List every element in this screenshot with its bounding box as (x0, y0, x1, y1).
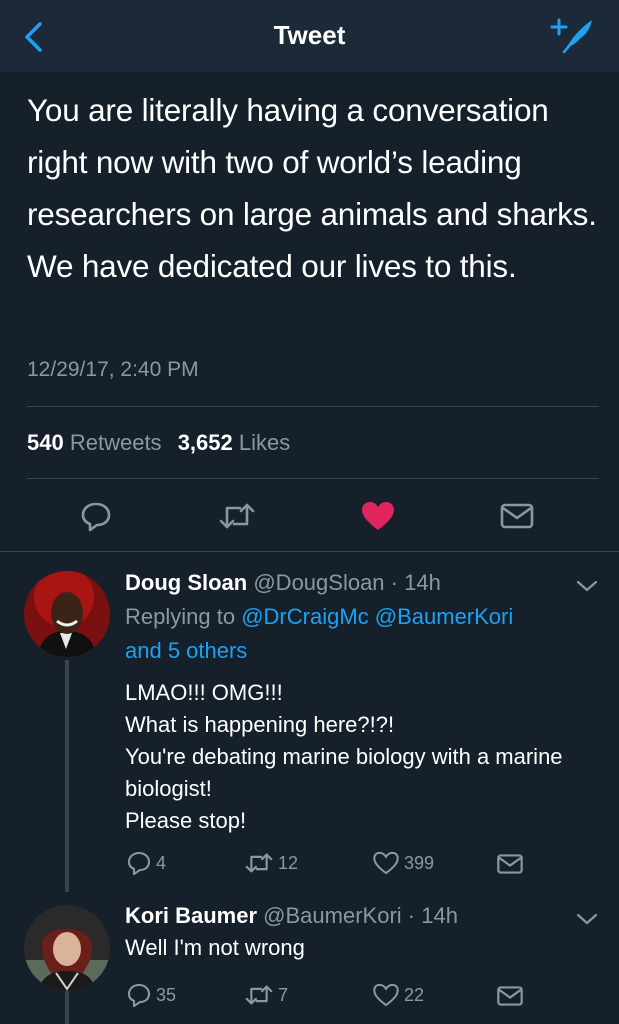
user-photo-icon (24, 571, 110, 657)
thread-line (65, 660, 69, 892)
reply-author-handle[interactable]: @BaumerKori (263, 903, 402, 928)
reply-author-name[interactable]: Kori Baumer (125, 903, 257, 928)
heart-icon (373, 983, 399, 1007)
replying-to: Replying to @DrCraigMc @BaumerKori and 5… (125, 600, 595, 668)
others-link[interactable]: and 5 others (125, 638, 247, 663)
tweet-text: You are literally having a conversation … (27, 92, 597, 284)
mention-links[interactable]: @DrCraigMc @BaumerKori (241, 604, 513, 629)
reply-text: LMAO!!! OMG!!! What is happening here?!?… (125, 680, 563, 833)
reply-count: 4 (156, 852, 167, 873)
reply-action-like[interactable]: 399 (372, 850, 434, 876)
chevron-down-icon (576, 580, 598, 592)
like-count: 399 (404, 852, 435, 873)
reply-action-reply[interactable]: 35 (126, 982, 176, 1008)
reply-count: 35 (156, 984, 177, 1005)
reply-action-message[interactable] (496, 984, 524, 1008)
envelope-icon (500, 503, 534, 529)
page-title: Tweet (273, 20, 346, 50)
divider (27, 406, 599, 407)
like-button[interactable] (358, 496, 398, 536)
retweet-button[interactable] (217, 496, 257, 536)
divider (0, 551, 619, 552)
retweet-icon (219, 503, 255, 529)
retweet-icon (245, 985, 273, 1005)
envelope-icon (497, 986, 523, 1006)
reply-action-message[interactable] (496, 852, 524, 876)
nav-bar: Tweet (0, 0, 619, 72)
compose-quill-icon (550, 18, 592, 54)
reply-action-retweet[interactable]: 7 (244, 982, 288, 1008)
heart-filled-icon (362, 502, 394, 530)
tweet-stats: 540 Retweets 3,652 Likes (27, 430, 290, 456)
more-options-button[interactable] (574, 578, 600, 594)
divider (27, 478, 599, 479)
reply-header: Kori Baumer @BaumerKori · 14h (125, 903, 458, 929)
chevron-down-icon (576, 913, 598, 925)
retweet-icon (245, 853, 273, 873)
compose-tweet-button[interactable] (550, 16, 596, 56)
reply-time: · 14h (407, 903, 458, 928)
reply-author-handle[interactable]: @DougSloan (253, 570, 384, 595)
reply-action-reply[interactable]: 4 (126, 850, 166, 876)
like-count: 22 (404, 984, 425, 1005)
reply-icon (127, 851, 151, 876)
heart-icon (373, 851, 399, 875)
replying-to-prefix: Replying to (125, 604, 236, 629)
retweet-label[interactable]: Retweets (70, 430, 162, 455)
user-photo-icon (24, 905, 110, 991)
reply-time: · 14h (390, 570, 441, 595)
like-count[interactable]: 3,652 (178, 430, 233, 455)
retweet-count: 12 (278, 852, 299, 873)
thread-line (65, 990, 69, 1024)
reply-action-retweet[interactable]: 12 (244, 850, 298, 876)
reply-icon (81, 502, 111, 532)
more-options-button[interactable] (574, 911, 600, 927)
reply-button[interactable] (76, 496, 116, 536)
retweet-count: 7 (278, 984, 289, 1005)
avatar[interactable] (24, 905, 110, 991)
reply-icon (127, 983, 151, 1008)
reply-text: Well I'm not wrong (125, 935, 305, 960)
reply-author-name[interactable]: Doug Sloan (125, 570, 247, 595)
retweet-count[interactable]: 540 (27, 430, 64, 455)
reply-action-like[interactable]: 22 (372, 982, 424, 1008)
tweet-timestamp: 12/29/17, 2:40 PM (27, 358, 199, 381)
envelope-icon (497, 854, 523, 874)
like-label[interactable]: Likes (239, 430, 290, 455)
direct-message-button[interactable] (497, 496, 537, 536)
avatar[interactable] (24, 571, 110, 657)
reply-header: Doug Sloan @DougSloan · 14h (125, 570, 441, 596)
